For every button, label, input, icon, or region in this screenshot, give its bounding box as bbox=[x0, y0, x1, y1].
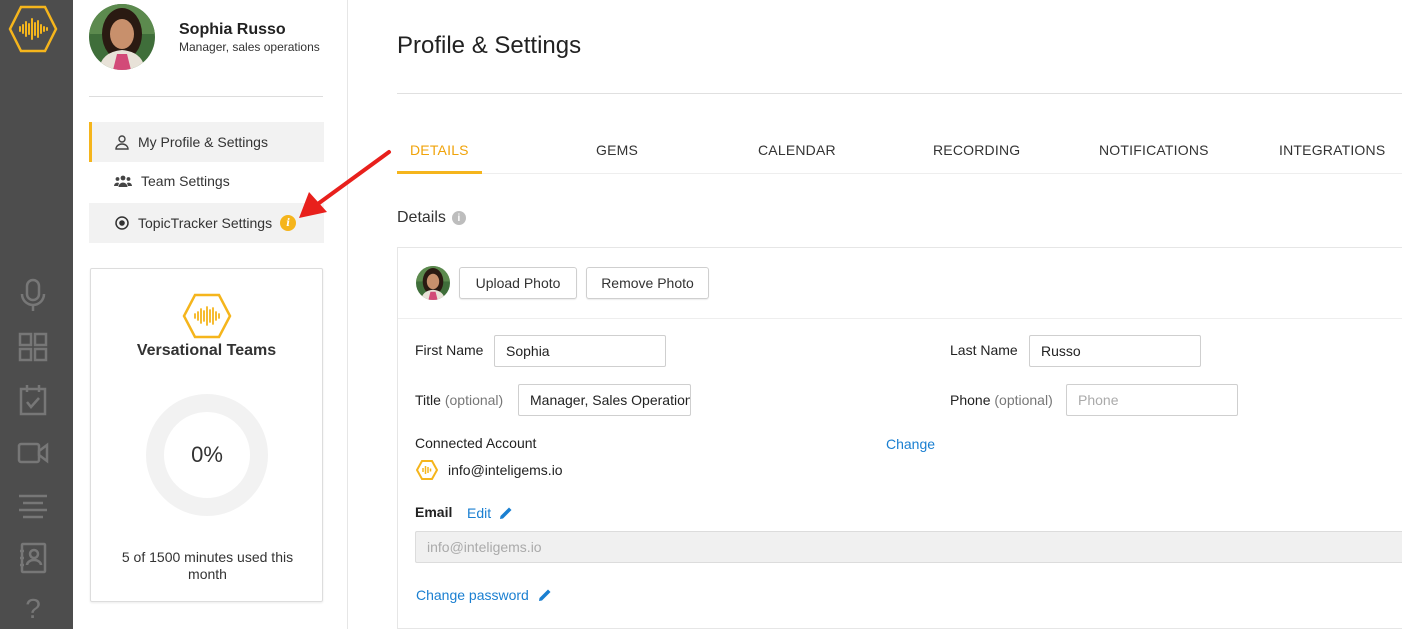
pencil-icon bbox=[538, 589, 551, 601]
team-icon bbox=[113, 173, 133, 189]
user-role: Manager, sales operations bbox=[179, 40, 320, 54]
divider bbox=[89, 96, 323, 97]
page-title: Profile & Settings bbox=[397, 32, 582, 59]
profile-sidebar: Sophia Russo Manager, sales operations M… bbox=[73, 0, 348, 629]
sidebar-item-topictracker[interactable]: TopicTracker Settings i bbox=[89, 203, 324, 243]
sidebar-item-label: My Profile & Settings bbox=[138, 134, 268, 150]
account-logo-icon bbox=[416, 460, 438, 480]
edit-link-text: Edit bbox=[467, 505, 492, 521]
section-title-text: Details bbox=[397, 209, 446, 226]
connected-account: info@inteligems.io bbox=[416, 460, 563, 480]
first-name-input[interactable]: Sophia bbox=[494, 335, 666, 367]
usage-text: 5 of 1500 minutes used this month bbox=[121, 549, 294, 582]
team-card: Versational Teams 0% 5 of 1500 minutes u… bbox=[90, 268, 323, 602]
user-name: Sophia Russo bbox=[179, 21, 286, 38]
change-password-text: Change password bbox=[416, 587, 529, 603]
usage-donut: 0% bbox=[146, 394, 268, 516]
last-name-label: Last Name bbox=[950, 342, 1018, 358]
divider bbox=[398, 318, 1402, 319]
sidebar-item-team-settings[interactable]: Team Settings bbox=[89, 161, 324, 201]
upload-photo-button[interactable]: Upload Photo bbox=[459, 267, 577, 299]
title-label: Title (optional) bbox=[415, 392, 503, 408]
tab-notifications[interactable]: NOTIFICATIONS bbox=[1099, 128, 1209, 174]
remove-photo-button[interactable]: Remove Photo bbox=[586, 267, 709, 299]
details-card: Upload Photo Remove Photo First Name Sop… bbox=[397, 247, 1402, 629]
tab-details[interactable]: DETAILS bbox=[397, 128, 482, 174]
title-label-text: Title bbox=[415, 392, 441, 408]
avatar[interactable] bbox=[89, 4, 155, 70]
connected-email: info@inteligems.io bbox=[448, 462, 563, 478]
main-content: Profile & Settings DETAILS GEMS CALENDAR… bbox=[349, 0, 1402, 629]
connected-account-label: Connected Account bbox=[415, 435, 537, 451]
change-account-link[interactable]: Change bbox=[886, 436, 935, 452]
sidebar-item-label: Team Settings bbox=[141, 173, 230, 189]
list-icon[interactable] bbox=[14, 487, 52, 525]
tab-gems[interactable]: GEMS bbox=[596, 128, 638, 174]
optional-hint: (optional) bbox=[994, 392, 1053, 408]
pencil-icon bbox=[500, 507, 512, 519]
section-title: Details i bbox=[397, 209, 466, 227]
radio-target-icon bbox=[114, 215, 130, 231]
contacts-icon[interactable] bbox=[14, 539, 52, 577]
icon-rail: ? bbox=[0, 0, 73, 629]
tab-bar: DETAILS GEMS CALENDAR RECORDING NOTIFICA… bbox=[397, 128, 1402, 174]
tab-recording[interactable]: RECORDING bbox=[933, 128, 1020, 174]
first-name-label: First Name bbox=[415, 342, 484, 358]
sidebar-item-my-profile[interactable]: My Profile & Settings bbox=[89, 122, 324, 162]
tab-calendar[interactable]: CALENDAR bbox=[758, 128, 836, 174]
video-icon[interactable] bbox=[14, 434, 52, 472]
logo-icon[interactable] bbox=[8, 4, 58, 54]
microphone-icon[interactable] bbox=[14, 276, 52, 314]
optional-hint: (optional) bbox=[444, 392, 504, 408]
last-name-input[interactable]: Russo bbox=[1029, 335, 1201, 367]
grid-icon[interactable] bbox=[14, 328, 52, 366]
email-field: info@inteligems.io bbox=[415, 531, 1402, 563]
help-info-icon[interactable]: i bbox=[451, 211, 466, 225]
phone-input[interactable]: Phone bbox=[1066, 384, 1238, 416]
person-icon bbox=[114, 134, 130, 150]
edit-email-link[interactable]: Edit bbox=[467, 505, 513, 521]
help-icon[interactable]: ? bbox=[14, 590, 52, 628]
app: ? Sophia Russo Manager, sales operations… bbox=[0, 0, 1402, 629]
team-logo-icon bbox=[182, 293, 232, 339]
sidebar-item-label: TopicTracker Settings bbox=[138, 215, 273, 231]
change-password-link[interactable]: Change password bbox=[416, 587, 552, 603]
avatar bbox=[416, 266, 450, 300]
divider bbox=[397, 93, 1402, 94]
title-input[interactable]: Manager, Sales Operations bbox=[518, 384, 691, 416]
phone-label: Phone (optional) bbox=[950, 392, 1053, 408]
info-badge-icon[interactable]: i bbox=[280, 215, 297, 231]
email-label: Email bbox=[415, 504, 453, 520]
tab-integrations[interactable]: INTEGRATIONS bbox=[1279, 128, 1385, 174]
usage-percent: 0% bbox=[191, 442, 223, 467]
phone-label-text: Phone bbox=[950, 392, 991, 408]
calendar-check-icon[interactable] bbox=[14, 381, 52, 419]
team-name: Versational Teams bbox=[136, 342, 277, 359]
